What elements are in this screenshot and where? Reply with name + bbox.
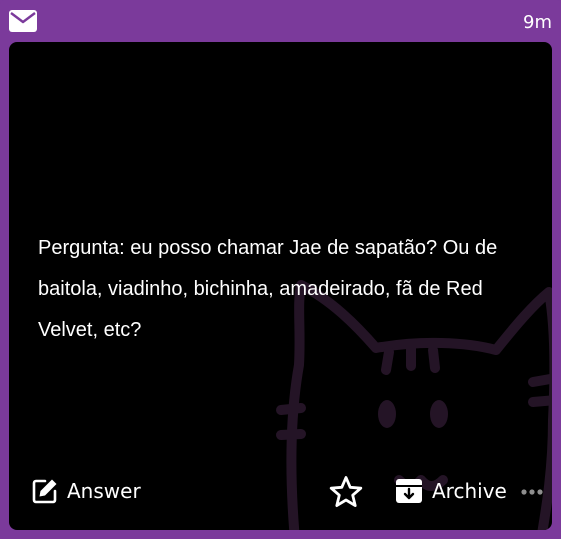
archive-button[interactable]: Archive	[395, 478, 507, 504]
star-icon[interactable]	[329, 475, 363, 509]
archive-label: Archive	[432, 479, 507, 503]
mail-icon	[9, 10, 37, 32]
card-header: 9m	[0, 0, 561, 42]
edit-icon	[32, 479, 57, 504]
answer-button[interactable]: Answer	[32, 478, 141, 504]
more-options-icon[interactable]	[521, 489, 543, 495]
ask-notification-card: 9m Pergunta: eu posso chamar Jae de sapa…	[0, 0, 561, 539]
archive-icon	[396, 479, 422, 503]
time-ago: 9m	[523, 12, 552, 33]
answer-label: Answer	[67, 479, 141, 503]
question-text: Pergunta: eu posso chamar Jae de sapatão…	[38, 237, 498, 341]
question-card: Pergunta: eu posso chamar Jae de sapatão…	[9, 42, 552, 530]
